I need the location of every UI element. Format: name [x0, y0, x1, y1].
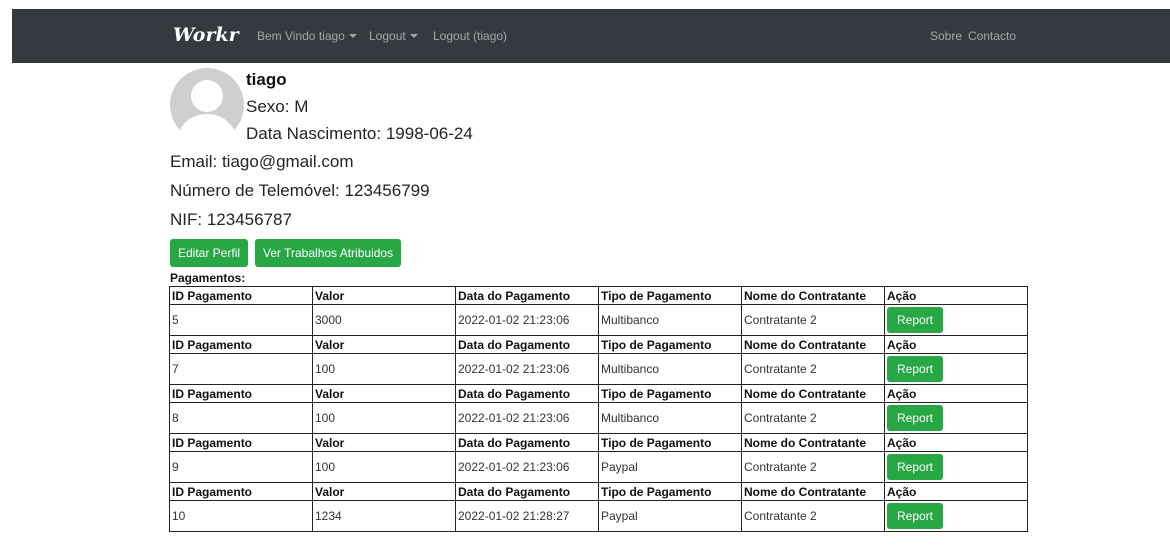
cell-tipo: Multibanco: [598, 353, 742, 385]
cell-data: 2022-01-02 21:23:06: [455, 402, 599, 434]
table-row: 9 100 2022-01-02 21:23:06 Paypal Contratante…: [169, 451, 1028, 483]
header-id: ID Pagamento: [169, 286, 313, 305]
profile-nif: NIF: 123456787: [170, 210, 292, 229]
view-jobs-button[interactable]: Ver Trabalhos Atribuidos: [255, 239, 402, 267]
header-acao: Ação: [884, 286, 1028, 305]
cell-id: 8: [169, 402, 313, 434]
header-acao: Ação: [884, 482, 1028, 501]
payments-title: Pagamentos:: [170, 271, 246, 285]
header-valor: Valor: [312, 482, 456, 501]
report-button[interactable]: Report: [887, 307, 944, 333]
brand-logo[interactable]: Workr: [173, 21, 239, 49]
cell-acao: Report: [884, 451, 1028, 483]
table-header-row: ID Pagamento Valor Data do Pagamento Tipo d…: [169, 335, 1028, 354]
header-id: ID Pagamento: [169, 335, 313, 354]
cell-data: 2022-01-02 21:23:06: [455, 451, 599, 483]
table-header-row: ID Pagamento Valor Data do Pagamento Tipo d…: [169, 384, 1028, 403]
table-header-row: ID Pagamento Valor Data do Pagamento Tipo d…: [169, 433, 1028, 452]
header-valor: Valor: [312, 433, 456, 452]
cell-id: 10: [169, 500, 313, 532]
header-data: Data do Pagamento: [455, 384, 599, 403]
cell-tipo: Paypal: [598, 500, 742, 532]
cell-valor: 100: [312, 402, 456, 434]
report-button[interactable]: Report: [887, 356, 944, 382]
avatar: [170, 68, 244, 142]
cell-valor: 100: [312, 451, 456, 483]
header-tipo: Tipo de Pagamento: [598, 335, 742, 354]
cell-data: 2022-01-02 21:23:06: [455, 353, 599, 385]
logout-dropdown[interactable]: Logout: [369, 28, 418, 44]
table-row: 5 3000 2022-01-02 21:23:06 Multibanco Contra…: [169, 304, 1028, 336]
cell-valor: 100: [312, 353, 456, 385]
header-tipo: Tipo de Pagamento: [598, 286, 742, 305]
about-link[interactable]: Sobre: [930, 28, 962, 44]
cell-contratante: Contratante 2: [741, 500, 885, 532]
profile-username: tiago: [246, 70, 287, 89]
header-contratante: Nome do Contratante: [741, 433, 885, 452]
avatar-body: [178, 114, 236, 142]
caret-down-icon: [348, 34, 357, 38]
cell-tipo: Multibanco: [598, 304, 742, 336]
cell-acao: Report: [884, 353, 1028, 385]
cell-tipo: Paypal: [598, 451, 742, 483]
cell-id: 7: [169, 353, 313, 385]
header-data: Data do Pagamento: [455, 433, 599, 452]
report-button[interactable]: Report: [887, 503, 944, 529]
welcome-label: Bem Vindo tiago: [257, 29, 345, 43]
report-button[interactable]: Report: [887, 405, 944, 431]
logout-menu-label: Logout: [369, 29, 406, 43]
report-button[interactable]: Report: [887, 454, 944, 480]
contact-link[interactable]: Contacto: [968, 28, 1016, 44]
table-row: 8 100 2022-01-02 21:23:06 Multibanco Contrat…: [169, 402, 1028, 434]
header-id: ID Pagamento: [169, 433, 313, 452]
header-contratante: Nome do Contratante: [741, 482, 885, 501]
header-acao: Ação: [884, 384, 1028, 403]
profile-sexo: Sexo: M: [246, 97, 309, 116]
table-row: 7 100 2022-01-02 21:23:06 Multibanco Contrat…: [169, 353, 1028, 385]
navbar: Workr Bem Vindo tiago Logout Logout (tia…: [12, 9, 1170, 63]
header-valor: Valor: [312, 384, 456, 403]
header-data: Data do Pagamento: [455, 335, 599, 354]
table-header-row: ID Pagamento Valor Data do Pagamento Tipo d…: [169, 286, 1028, 305]
avatar-head: [191, 80, 223, 112]
header-data: Data do Pagamento: [455, 286, 599, 305]
cell-contratante: Contratante 2: [741, 451, 885, 483]
profile-email: Email: tiago@gmail.com: [170, 152, 354, 171]
table-row: 10 1234 2022-01-02 21:28:27 Paypal Contratan…: [169, 500, 1028, 532]
table-header-row: ID Pagamento Valor Data do Pagamento Tipo d…: [169, 482, 1028, 501]
welcome-dropdown[interactable]: Bem Vindo tiago: [257, 28, 357, 44]
header-id: ID Pagamento: [169, 482, 313, 501]
cell-id: 9: [169, 451, 313, 483]
cell-contratante: Contratante 2: [741, 353, 885, 385]
payments-table: ID Pagamento Valor Data do Pagamento Tipo d…: [169, 286, 1028, 532]
cell-acao: Report: [884, 304, 1028, 336]
cell-id: 5: [169, 304, 313, 336]
header-valor: Valor: [312, 335, 456, 354]
header-id: ID Pagamento: [169, 384, 313, 403]
caret-down-icon: [409, 34, 418, 38]
cell-data: 2022-01-02 21:28:27: [455, 500, 599, 532]
header-valor: Valor: [312, 286, 456, 305]
header-acao: Ação: [884, 335, 1028, 354]
header-acao: Ação: [884, 433, 1028, 452]
cell-tipo: Multibanco: [598, 402, 742, 434]
header-data: Data do Pagamento: [455, 482, 599, 501]
profile-phone: Número de Telemóvel: 123456799: [170, 181, 430, 200]
header-tipo: Tipo de Pagamento: [598, 433, 742, 452]
header-tipo: Tipo de Pagamento: [598, 384, 742, 403]
logout-link[interactable]: Logout (tiago): [433, 28, 507, 44]
edit-profile-button[interactable]: Editar Perfil: [170, 239, 249, 267]
header-contratante: Nome do Contratante: [741, 335, 885, 354]
header-tipo: Tipo de Pagamento: [598, 482, 742, 501]
cell-valor: 1234: [312, 500, 456, 532]
cell-contratante: Contratante 2: [741, 402, 885, 434]
cell-acao: Report: [884, 402, 1028, 434]
cell-acao: Report: [884, 500, 1028, 532]
profile-birthdate: Data Nascimento: 1998-06-24: [246, 124, 473, 143]
header-contratante: Nome do Contratante: [741, 384, 885, 403]
cell-data: 2022-01-02 21:23:06: [455, 304, 599, 336]
cell-contratante: Contratante 2: [741, 304, 885, 336]
header-contratante: Nome do Contratante: [741, 286, 885, 305]
cell-valor: 3000: [312, 304, 456, 336]
